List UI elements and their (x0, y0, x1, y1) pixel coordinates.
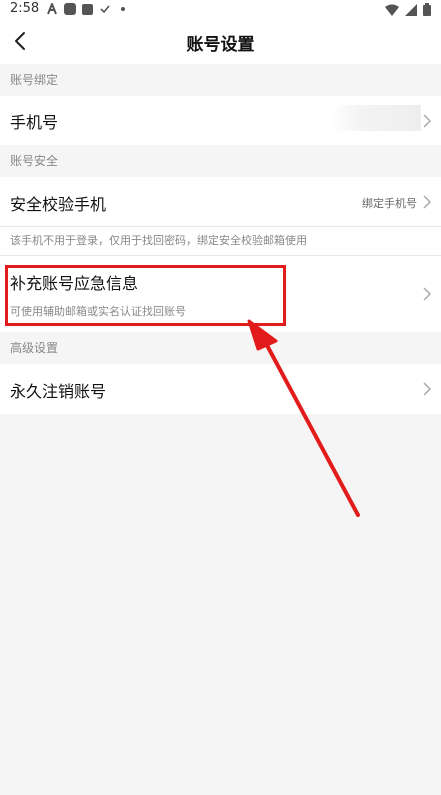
signal-icon (405, 3, 417, 16)
system-icons (385, 3, 431, 16)
row-verify-phone[interactable]: 安全校验手机 绑定手机号 (0, 177, 441, 226)
status-time: 2:58 (10, 1, 40, 16)
section-header-advanced: 高级设置 (0, 332, 441, 364)
chevron-right-icon (423, 114, 432, 128)
section-header-security: 账号安全 (0, 145, 441, 177)
phone-value-blurred (331, 105, 421, 131)
row-delete-account[interactable]: 永久注销账号 (0, 364, 441, 414)
check-icon (100, 5, 110, 14)
battery-icon (423, 3, 431, 16)
delete-account-label: 永久注销账号 (10, 382, 107, 401)
page-title: 账号设置 (186, 35, 255, 55)
row-phone[interactable]: 手机号 (0, 96, 441, 145)
phone-label: 手机号 (10, 113, 59, 132)
chevron-right-icon (423, 287, 432, 301)
section-header-binding: 账号绑定 (0, 64, 441, 96)
app-box-icon (82, 3, 93, 15)
app-a-icon (47, 3, 57, 15)
highlight-box (5, 265, 286, 326)
verify-phone-label: 安全校验手机 (10, 195, 107, 214)
chevron-right-icon (423, 195, 432, 209)
status-bar: 2:58 (0, 0, 441, 20)
chevron-right-icon (423, 382, 432, 396)
more-notifications-dot-icon (121, 7, 125, 11)
wifi-icon (385, 4, 399, 16)
verify-phone-note: 该手机不用于登录，仅用于找回密码，绑定安全校验邮箱使用 (0, 227, 441, 255)
notification-icons (46, 3, 125, 15)
nav-bar: 账号设置 (0, 20, 441, 64)
app-square-icon (64, 3, 76, 15)
verify-phone-value: 绑定手机号 (362, 197, 417, 210)
